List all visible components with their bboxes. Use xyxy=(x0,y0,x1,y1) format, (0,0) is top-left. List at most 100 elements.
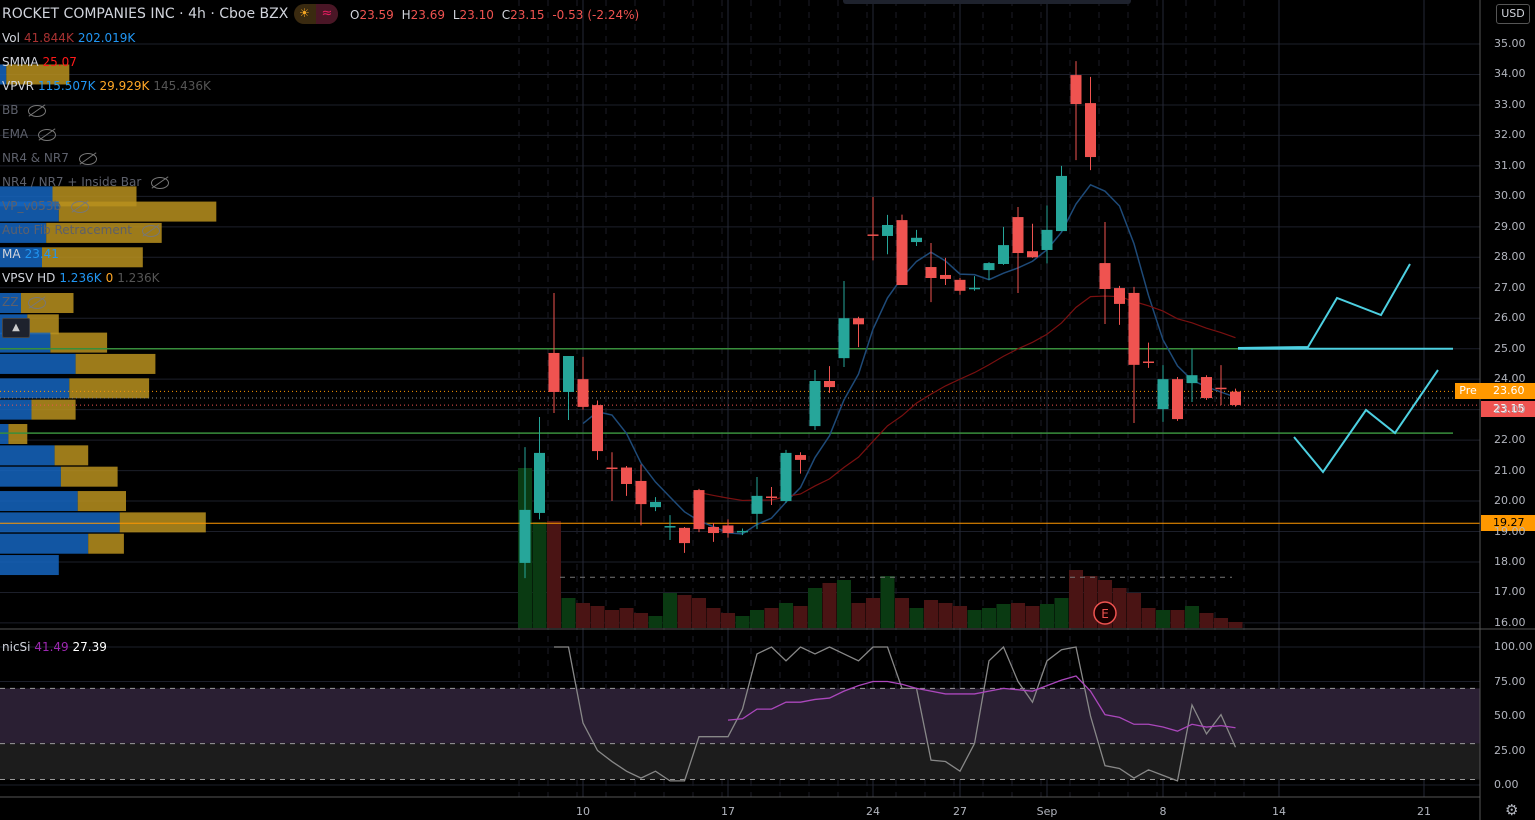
candle-body xyxy=(1114,288,1125,304)
volume-bar xyxy=(576,603,590,628)
price-axis-label: 27.00 xyxy=(1494,280,1526,294)
candle-body xyxy=(824,380,835,388)
session-badge[interactable]: ☀ ≈ xyxy=(294,4,338,24)
candle-body xyxy=(1070,75,1082,105)
currency-button[interactable]: USD xyxy=(1496,4,1530,24)
indicator-legend-auto-fib-retracement[interactable]: Auto Fib Retracement xyxy=(2,223,164,237)
volume-bar xyxy=(953,606,967,628)
time-axis-label: 24 xyxy=(866,805,880,818)
indicator-legend-smma[interactable]: SMMA 25.07 xyxy=(2,55,81,69)
price-axis-label: 34.00 xyxy=(1494,67,1526,81)
eye-hidden-icon[interactable] xyxy=(142,224,161,237)
eye-hidden-icon[interactable] xyxy=(71,200,90,213)
vp-down-bar xyxy=(50,332,108,353)
indicator-name: MA xyxy=(2,247,21,261)
vp-up-bar xyxy=(0,445,55,466)
vp-up-bar xyxy=(0,533,89,554)
volume-profile xyxy=(0,64,217,576)
vp-up-bar xyxy=(0,424,9,445)
vp-up-bar xyxy=(0,491,78,512)
candle-body xyxy=(998,245,1009,264)
candle-body xyxy=(563,356,574,392)
candle-body xyxy=(969,287,980,290)
eye-hidden-icon[interactable] xyxy=(78,152,97,165)
candle-body xyxy=(1215,387,1227,390)
indicator-legend-vp-v053b[interactable]: VP_v053b xyxy=(2,199,93,213)
candle-body xyxy=(679,527,690,544)
volume-bar xyxy=(634,613,648,628)
candle-body xyxy=(940,274,951,279)
candle-body xyxy=(867,234,879,236)
candle-body xyxy=(1027,251,1038,258)
indicator-value: 0 xyxy=(105,271,114,285)
volume-bar xyxy=(996,604,1011,628)
indicator-value: 1.236K xyxy=(59,271,102,285)
rsi-axis-label: 25.00 xyxy=(1494,743,1526,757)
eye-hidden-icon[interactable] xyxy=(28,104,47,117)
time-axis-label: 21 xyxy=(1417,805,1431,818)
candle-body xyxy=(1085,103,1096,158)
candle-body xyxy=(809,380,821,427)
candle-body xyxy=(1056,175,1067,232)
indicator-legend-nr4-nr7-inside-bar[interactable]: NR4 / NR7 + Inside Bar xyxy=(2,175,173,189)
volume-bar xyxy=(938,603,953,628)
volume-bar xyxy=(1170,610,1185,628)
indicator-legend-zz[interactable]: ZZ xyxy=(2,295,50,309)
projection-drawings[interactable] xyxy=(1237,263,1439,474)
indicator-legend-nr4-nr7[interactable]: NR4 & NR7 xyxy=(2,151,101,165)
volume-bar xyxy=(605,610,619,628)
candle-body xyxy=(1099,263,1111,289)
eye-hidden-icon[interactable] xyxy=(151,176,170,189)
volume-bar xyxy=(547,521,561,628)
vp-down-bar xyxy=(27,314,59,335)
indicator-name: BB xyxy=(2,103,19,117)
time-axis-label: 14 xyxy=(1272,805,1286,818)
collapse-legend-button[interactable]: ▲ xyxy=(2,318,30,338)
volume-bar xyxy=(619,608,634,628)
time-axis-label: 27 xyxy=(953,805,967,818)
eye-hidden-icon[interactable] xyxy=(28,296,47,309)
projection-down-path[interactable] xyxy=(1293,369,1439,474)
indicator-legend-vpsv-hd[interactable]: VPSV HD 1.236K 0 1.236K xyxy=(2,271,163,285)
top-toolbar-handle[interactable] xyxy=(843,0,1131,4)
price-axis-label: 22.00 xyxy=(1494,433,1526,447)
indicator-value: 1.236K xyxy=(117,271,160,285)
rsi-band-oversold xyxy=(0,743,1480,780)
candle-body xyxy=(708,526,719,534)
volume-bar xyxy=(721,613,735,628)
volume-bar xyxy=(750,610,764,628)
chart-canvas[interactable]: E xyxy=(0,0,1535,820)
time-axis-label: 8 xyxy=(1159,805,1167,818)
price-axis-label: 26.00 xyxy=(1494,311,1526,325)
rsi-axis-label: 75.00 xyxy=(1494,674,1526,688)
eye-hidden-icon[interactable] xyxy=(38,128,57,141)
volume-bar xyxy=(561,598,576,628)
vp-up-bar xyxy=(0,512,120,533)
volume-bar xyxy=(1156,610,1170,628)
volume-bar xyxy=(822,583,837,628)
indicator-legend-vpvr[interactable]: VPVR 115.507K 29.929K 145.436K xyxy=(2,79,215,93)
price-axis-label: 23.00 xyxy=(1494,402,1526,416)
earnings-marker[interactable]: E xyxy=(1093,601,1117,625)
ohlc-readout: O23.59 H23.69 L23.10 C23.15 -0.53 (-2.24%… xyxy=(350,8,640,22)
projection-up-path[interactable] xyxy=(1237,263,1411,349)
rsi-legend[interactable]: nicSi 41.49 27.39 xyxy=(2,640,107,654)
symbol-title[interactable]: ROCKET COMPANIES INC · 4h · Cboe BZX xyxy=(2,6,288,22)
chevron-up-icon: ▲ xyxy=(12,322,20,333)
indicator-name: VPSV HD xyxy=(2,271,56,285)
candle-body xyxy=(838,318,850,359)
indicator-legend-vol[interactable]: Vol 41.844K 202.019K xyxy=(2,31,139,45)
vp-up-bar xyxy=(0,378,70,399)
indicator-value: 202.019K xyxy=(77,31,136,45)
rsi-axis-label: 50.00 xyxy=(1494,709,1526,722)
price-axis-label: 21.00 xyxy=(1494,463,1526,477)
indicator-legend-bb[interactable]: BB xyxy=(2,103,50,117)
volume-bar xyxy=(924,600,938,628)
settings-gear-icon[interactable]: ⚙ xyxy=(1505,801,1518,819)
indicator-legend-ma[interactable]: MA 23.41 xyxy=(2,247,63,261)
candle-body xyxy=(853,318,864,325)
vp-up-bar xyxy=(0,353,76,374)
volume-bar xyxy=(1228,622,1243,628)
indicator-legend-ema[interactable]: EMA xyxy=(2,127,60,141)
candle-body xyxy=(635,480,647,505)
